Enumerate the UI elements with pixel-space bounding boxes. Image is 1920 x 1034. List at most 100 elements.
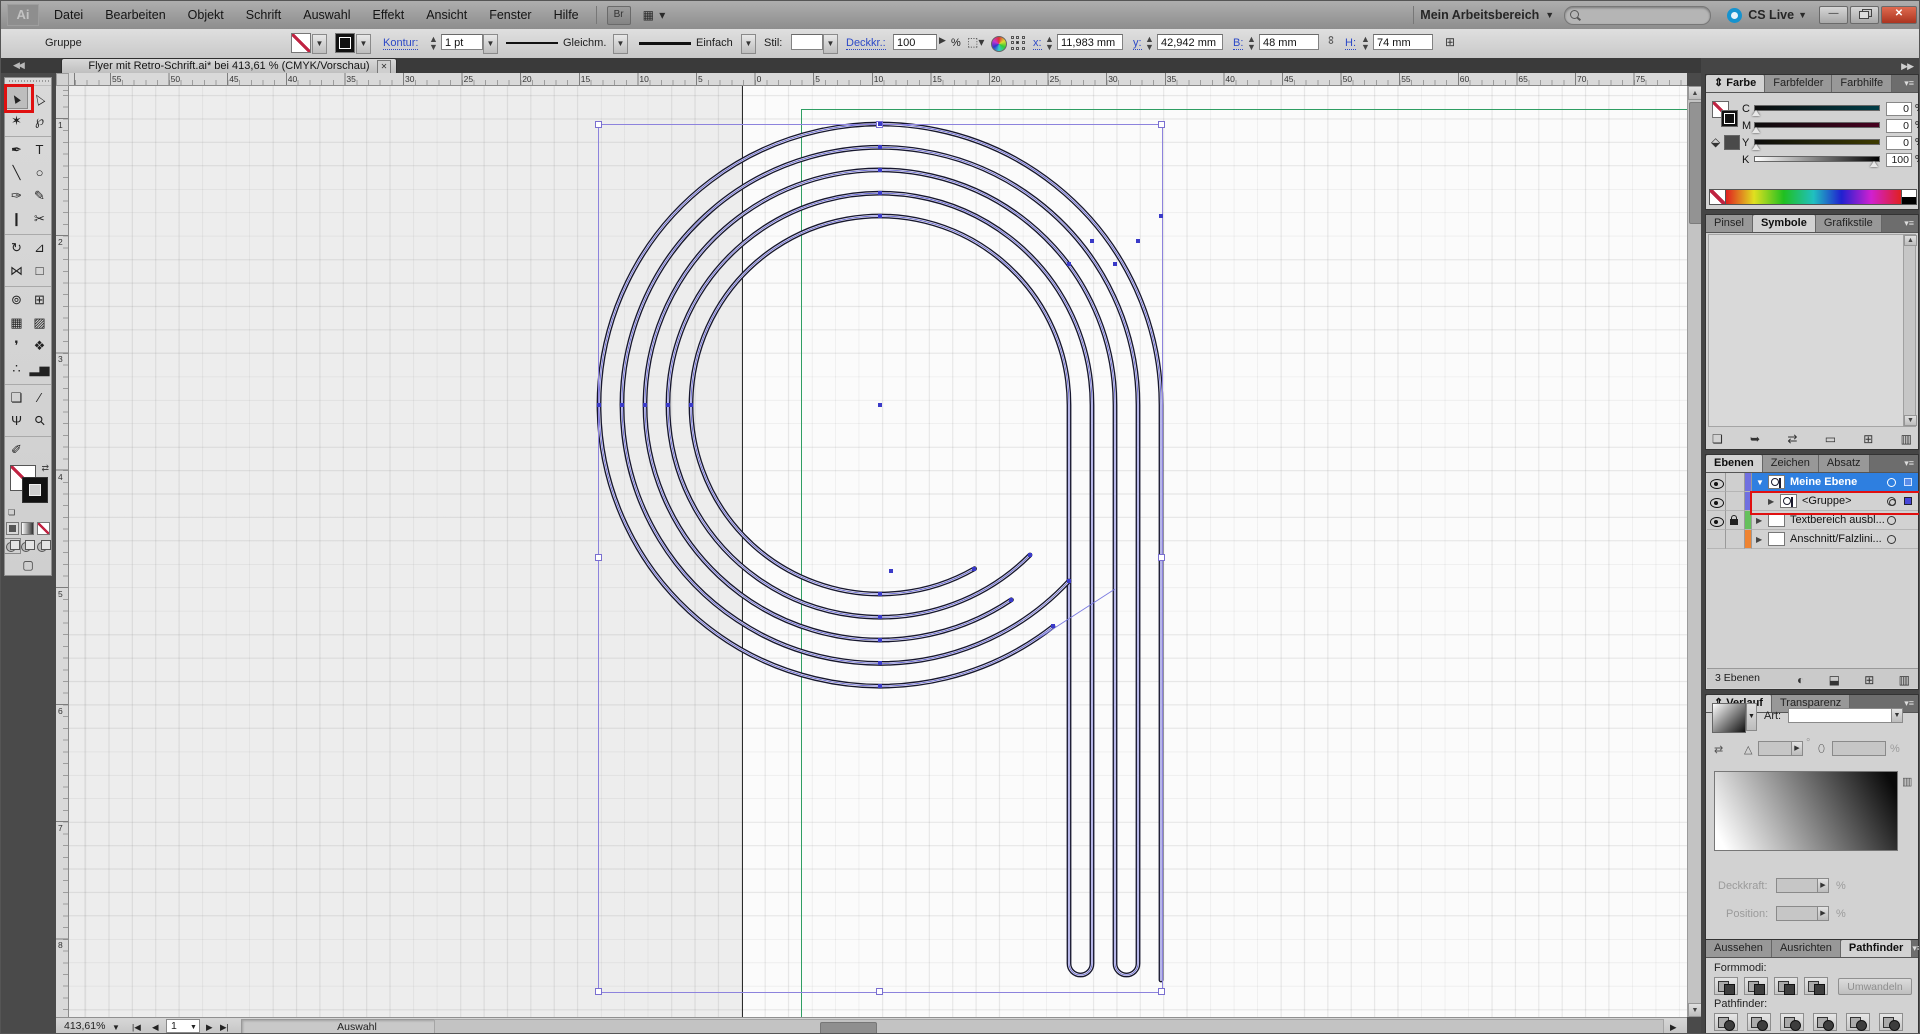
height-link[interactable]: H: xyxy=(1345,37,1356,50)
scroll-down-icon[interactable]: ▼ xyxy=(1688,1003,1702,1017)
layers-tab-ebenen[interactable]: Ebenen xyxy=(1706,455,1763,472)
gradient-angle-arrow[interactable]: ▶ xyxy=(1791,741,1803,756)
gradient-position-field[interactable] xyxy=(1776,906,1818,921)
slider-handle-C[interactable] xyxy=(1752,110,1760,116)
width-tool[interactable]: ⋈ xyxy=(5,259,28,282)
new-layer-icon[interactable]: ⊞ xyxy=(1864,671,1874,689)
anchor-point[interactable] xyxy=(878,638,882,642)
stroke-weight-stepper[interactable]: ▲▼ xyxy=(429,35,438,51)
color-spectrum-bar[interactable] xyxy=(1709,189,1917,205)
prev-page-button[interactable]: ◀ xyxy=(152,1022,159,1033)
layer-row-main[interactable]: ▶Anschnitt/Falzlini... xyxy=(1752,530,1918,549)
anchor-point[interactable] xyxy=(689,403,693,407)
width-profile-value[interactable]: Gleichm. xyxy=(563,37,606,49)
symbols-scrollbar[interactable]: ▲ ▼ xyxy=(1903,234,1916,427)
slider-track-K[interactable] xyxy=(1754,156,1880,162)
anchor-point[interactable] xyxy=(1028,553,1032,557)
shape-builder-tool[interactable]: ⊚ xyxy=(5,288,28,311)
menu-item-schrift[interactable]: Schrift xyxy=(235,2,292,29)
color-tab-farbe[interactable]: ⇕ Farbe xyxy=(1706,75,1765,92)
symbols-tab-symbole[interactable]: Symbole xyxy=(1753,215,1816,232)
anchor-point[interactable] xyxy=(1067,579,1071,583)
workspace-switcher[interactable]: Mein Arbeitsbereich xyxy=(1420,8,1539,22)
slider-handle-Y[interactable] xyxy=(1752,144,1760,150)
new-sublayer-icon[interactable]: ⬓ xyxy=(1829,671,1840,689)
horizontal-scrollbar[interactable] xyxy=(434,1019,1664,1034)
menu-item-auswahl[interactable]: Auswahl xyxy=(292,2,361,29)
height-value[interactable]: 74 mm xyxy=(1373,34,1433,50)
exclude-icon[interactable] xyxy=(1804,977,1828,995)
none-button[interactable] xyxy=(37,522,50,535)
stroke-weight-dropdown[interactable]: ▼ xyxy=(483,34,498,54)
layer-name[interactable]: Anschnitt/Falzlini... xyxy=(1790,530,1882,549)
layer-row-main[interactable]: ▼Meine Ebene xyxy=(1752,473,1918,492)
anchor-point[interactable] xyxy=(878,191,882,195)
hand-tool[interactable]: Ψ xyxy=(5,409,28,432)
clipping-mask-icon[interactable]: ◐ xyxy=(1797,671,1804,689)
gradient-angle-field[interactable] xyxy=(1758,741,1792,756)
gradient-preview[interactable] xyxy=(1714,771,1898,851)
opacity-slider-arrow[interactable]: ▶ xyxy=(939,35,946,46)
layer-row-4[interactable]: ▶Anschnitt/Falzlini... xyxy=(1707,530,1918,549)
height-stepper[interactable]: ▲▼ xyxy=(1361,35,1370,51)
layer-expander-icon[interactable]: ▼ xyxy=(1756,473,1764,492)
constrain-proportions-icon[interactable]: ∞ xyxy=(1324,36,1338,45)
layer-selection-square[interactable] xyxy=(1904,478,1912,486)
layer-lock-toggle[interactable] xyxy=(1726,492,1745,511)
delete-symbol-icon[interactable]: ▥ xyxy=(1901,432,1912,446)
divide-icon[interactable] xyxy=(1714,1013,1738,1031)
symbols-tab-pinsel[interactable]: Pinsel xyxy=(1706,215,1753,232)
y-stepper[interactable]: ▲▼ xyxy=(1145,35,1154,51)
perspective-grid-tool[interactable]: ⊞ xyxy=(28,288,51,311)
new-symbol-icon[interactable]: ⊞ xyxy=(1863,432,1873,446)
paintbrush-tool[interactable]: ✑ xyxy=(5,184,28,207)
symbol-options-icon[interactable]: ▭ xyxy=(1825,432,1836,446)
gradient-swatch[interactable] xyxy=(1712,703,1746,733)
selection-handle[interactable] xyxy=(1158,988,1165,995)
vertical-ruler[interactable]: 12345678 xyxy=(56,86,69,1017)
gradient-swatch-dropdown[interactable]: ▼ xyxy=(1746,703,1757,731)
line-segment-tool[interactable]: ╲ xyxy=(5,161,28,184)
selection-handle[interactable] xyxy=(595,121,602,128)
opacity-link[interactable]: Deckkr.: xyxy=(846,37,886,50)
opacity-value[interactable]: 100 xyxy=(893,34,937,50)
menu-item-ansicht[interactable]: Ansicht xyxy=(415,2,478,29)
spectrum-rainbow[interactable] xyxy=(1726,190,1901,204)
gamut-swatch[interactable] xyxy=(1724,135,1740,150)
panel-stroke-swatch[interactable] xyxy=(1721,110,1738,127)
anchor-point[interactable] xyxy=(878,684,882,688)
anchor-point[interactable] xyxy=(889,569,893,573)
layer-visibility-toggle[interactable] xyxy=(1707,473,1726,492)
close-button[interactable]: ✕ xyxy=(1881,6,1917,24)
anchor-point[interactable] xyxy=(878,403,882,407)
pathfinder-tab-aussehen[interactable]: Aussehen xyxy=(1706,940,1772,957)
delete-stop-icon[interactable]: ▥ xyxy=(1902,775,1912,788)
minus-back-icon[interactable] xyxy=(1879,1013,1903,1031)
fill-swatch-dropdown[interactable]: ▼ xyxy=(356,34,371,54)
x-position-value[interactable]: 11,983 mm xyxy=(1057,34,1123,50)
layers-tab-absatz[interactable]: Absatz xyxy=(1819,455,1870,472)
anchor-point[interactable] xyxy=(878,214,882,218)
style-dropdown[interactable]: ▼ xyxy=(823,34,838,54)
anchor-point[interactable] xyxy=(878,661,882,665)
gradient-button[interactable] xyxy=(21,522,34,535)
anchor-point[interactable] xyxy=(1067,262,1071,266)
selection-handle[interactable] xyxy=(1158,554,1165,561)
free-transform-tool[interactable]: □ xyxy=(28,259,51,282)
blob-brush-tool[interactable]: ❙ xyxy=(5,207,28,230)
reverse-gradient-icon[interactable]: ⇄ xyxy=(1714,743,1723,756)
anchor-point[interactable] xyxy=(620,403,624,407)
canvas[interactable] xyxy=(69,86,1687,1017)
menu-item-bearbeiten[interactable]: Bearbeiten xyxy=(94,2,176,29)
measure-tool[interactable]: ✐ xyxy=(5,438,28,461)
x-position-link[interactable]: x: xyxy=(1033,37,1042,50)
pathfinder-menu-icon[interactable]: ▾≡ xyxy=(1912,940,1920,957)
unite-icon[interactable] xyxy=(1714,977,1738,995)
horizontal-ruler[interactable]: 5550454035302520151050510152025303540455… xyxy=(69,73,1687,86)
color-tab-farbfelder[interactable]: Farbfelder xyxy=(1765,75,1832,92)
stroke-weight-link[interactable]: Kontur: xyxy=(383,37,418,50)
layers-menu-icon[interactable]: ▾≡ xyxy=(1904,455,1918,472)
menu-item-objekt[interactable]: Objekt xyxy=(177,2,235,29)
collapse-tabs-icon[interactable]: ◀◀ xyxy=(13,60,23,71)
close-document-icon[interactable]: ✕ xyxy=(377,60,391,74)
